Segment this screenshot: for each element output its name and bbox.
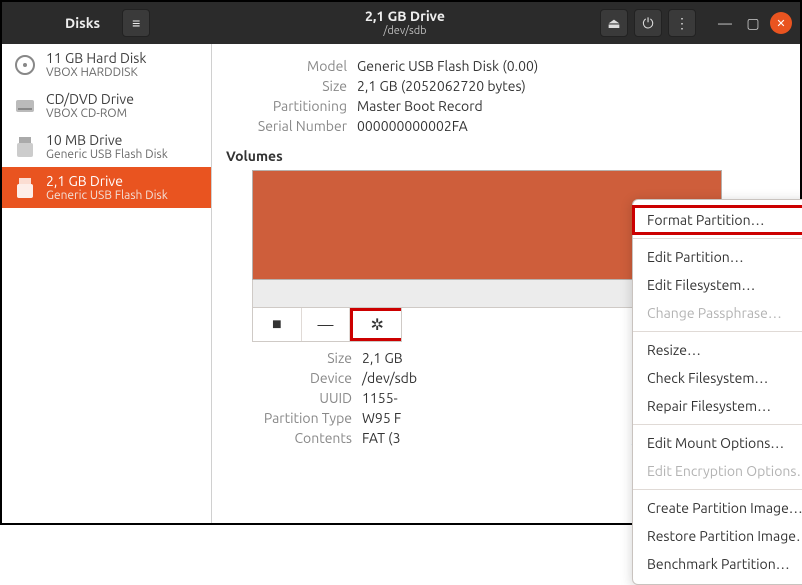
- close-button[interactable]: ✕: [770, 12, 792, 34]
- partitioning-value: Master Boot Record: [357, 98, 483, 114]
- delete-partition-button[interactable]: —: [302, 308, 351, 341]
- ptype-label: Partition Type: [222, 410, 352, 426]
- serial-label: Serial Number: [222, 118, 347, 134]
- sidebar-item-sublabel: VBOX HARDDISK: [46, 66, 146, 79]
- menu-check-filesystem[interactable]: Check Filesystem…: [633, 364, 802, 392]
- menu-create-partition-image[interactable]: Create Partition Image…: [633, 494, 802, 522]
- sidebar-item-label: 10 MB Drive: [46, 132, 168, 148]
- sidebar-item-usb-2gb[interactable]: 2,1 GB Drive Generic USB Flash Disk: [2, 167, 211, 208]
- sidebar-item-label: CD/DVD Drive: [46, 91, 134, 107]
- device-sidebar: 11 GB Hard Disk VBOX HARDDISK CD/DVD Dri…: [2, 44, 212, 523]
- menu-change-passphrase: Change Passphrase…: [633, 299, 802, 327]
- serial-value: 000000000002FA: [357, 118, 468, 134]
- menu-edit-partition[interactable]: Edit Partition…: [633, 243, 802, 271]
- model-value: Generic USB Flash Disk (0.00): [357, 58, 538, 74]
- app-title: Disks: [65, 15, 100, 31]
- usb-drive-icon: [12, 175, 38, 201]
- minimize-icon: —: [718, 15, 732, 31]
- menu-format-partition[interactable]: Format Partition…: [633, 206, 802, 234]
- minus-icon: —: [318, 316, 334, 334]
- sidebar-item-usb-10mb[interactable]: 10 MB Drive Generic USB Flash Disk: [2, 126, 211, 167]
- size-label: Size: [222, 78, 347, 94]
- menu-repair-filesystem[interactable]: Repair Filesystem…: [633, 392, 802, 420]
- kebab-icon: ⋮: [675, 15, 689, 32]
- sidebar-item-sublabel: Generic USB Flash Disk: [46, 189, 168, 202]
- sidebar-item-label: 11 GB Hard Disk: [46, 50, 146, 66]
- drive-path: /dev/sdb: [210, 25, 600, 37]
- psize-value: 2,1 GB: [362, 350, 403, 366]
- power-button[interactable]: ⏻: [634, 9, 662, 37]
- pdevice-value: /dev/sdb: [362, 370, 417, 386]
- hamburger-icon: ≡: [132, 15, 140, 31]
- hard-disk-icon: [12, 52, 38, 78]
- main-content: Model Generic USB Flash Disk (0.00) Size 2…: [212, 44, 800, 523]
- volume-toolbar: ■ — ✲: [252, 308, 402, 342]
- ptype-value: W95 F: [362, 410, 401, 426]
- partitioning-label: Partitioning: [222, 98, 347, 114]
- menu-benchmark-partition[interactable]: Benchmark Partition…: [633, 550, 802, 578]
- volumes-heading: Volumes: [226, 148, 782, 164]
- drive-options-button[interactable]: ⋮: [668, 9, 696, 37]
- menu-resize[interactable]: Resize…: [633, 336, 802, 364]
- hamburger-menu-button[interactable]: ≡: [122, 9, 150, 37]
- pcontents-value: FAT (3: [362, 430, 401, 446]
- psize-label: Size: [222, 350, 352, 366]
- menu-edit-filesystem[interactable]: Edit Filesystem…: [633, 271, 802, 299]
- gear-icon: ✲: [370, 315, 383, 334]
- menu-edit-mount-options[interactable]: Edit Mount Options…: [633, 429, 802, 457]
- pcontents-label: Contents: [222, 430, 352, 446]
- sidebar-item-sublabel: VBOX CD-ROM: [46, 107, 134, 120]
- sidebar-item-sublabel: Generic USB Flash Disk: [46, 148, 168, 161]
- pdevice-label: Device: [222, 370, 352, 386]
- eject-button[interactable]: ⏏: [600, 9, 628, 37]
- close-icon: ✕: [776, 17, 785, 30]
- maximize-button[interactable]: ▢: [742, 12, 764, 34]
- power-icon: ⏻: [642, 15, 653, 32]
- unmount-button[interactable]: ■: [253, 308, 302, 341]
- titlebar: Disks ≡ 2,1 GB Drive /dev/sdb ⏏ ⏻ ⋮ — ▢ …: [2, 2, 800, 44]
- drive-title: 2,1 GB Drive: [210, 9, 600, 24]
- eject-icon: ⏏: [607, 15, 620, 32]
- menu-restore-partition-image[interactable]: Restore Partition Image…: [633, 522, 802, 550]
- menu-edit-encryption-options: Edit Encryption Options…: [633, 457, 802, 485]
- sidebar-item-label: 2,1 GB Drive: [46, 173, 168, 189]
- puuid-label: UUID: [222, 390, 352, 406]
- size-value: 2,1 GB (2052062720 bytes): [357, 78, 526, 94]
- stop-icon: ■: [272, 315, 282, 334]
- maximize-icon: ▢: [746, 15, 759, 32]
- usb-drive-icon: [12, 134, 38, 160]
- puuid-value: 1155-: [362, 390, 398, 406]
- minimize-button[interactable]: —: [714, 12, 736, 34]
- sidebar-item-hard-disk[interactable]: 11 GB Hard Disk VBOX HARDDISK: [2, 44, 211, 85]
- model-label: Model: [222, 58, 347, 74]
- sidebar-item-cd-dvd[interactable]: CD/DVD Drive VBOX CD-ROM: [2, 85, 211, 126]
- partition-options-button[interactable]: ✲: [350, 308, 401, 341]
- partition-options-menu: Format Partition… Edit Partition… Edit F…: [632, 199, 802, 585]
- optical-drive-icon: [12, 93, 38, 119]
